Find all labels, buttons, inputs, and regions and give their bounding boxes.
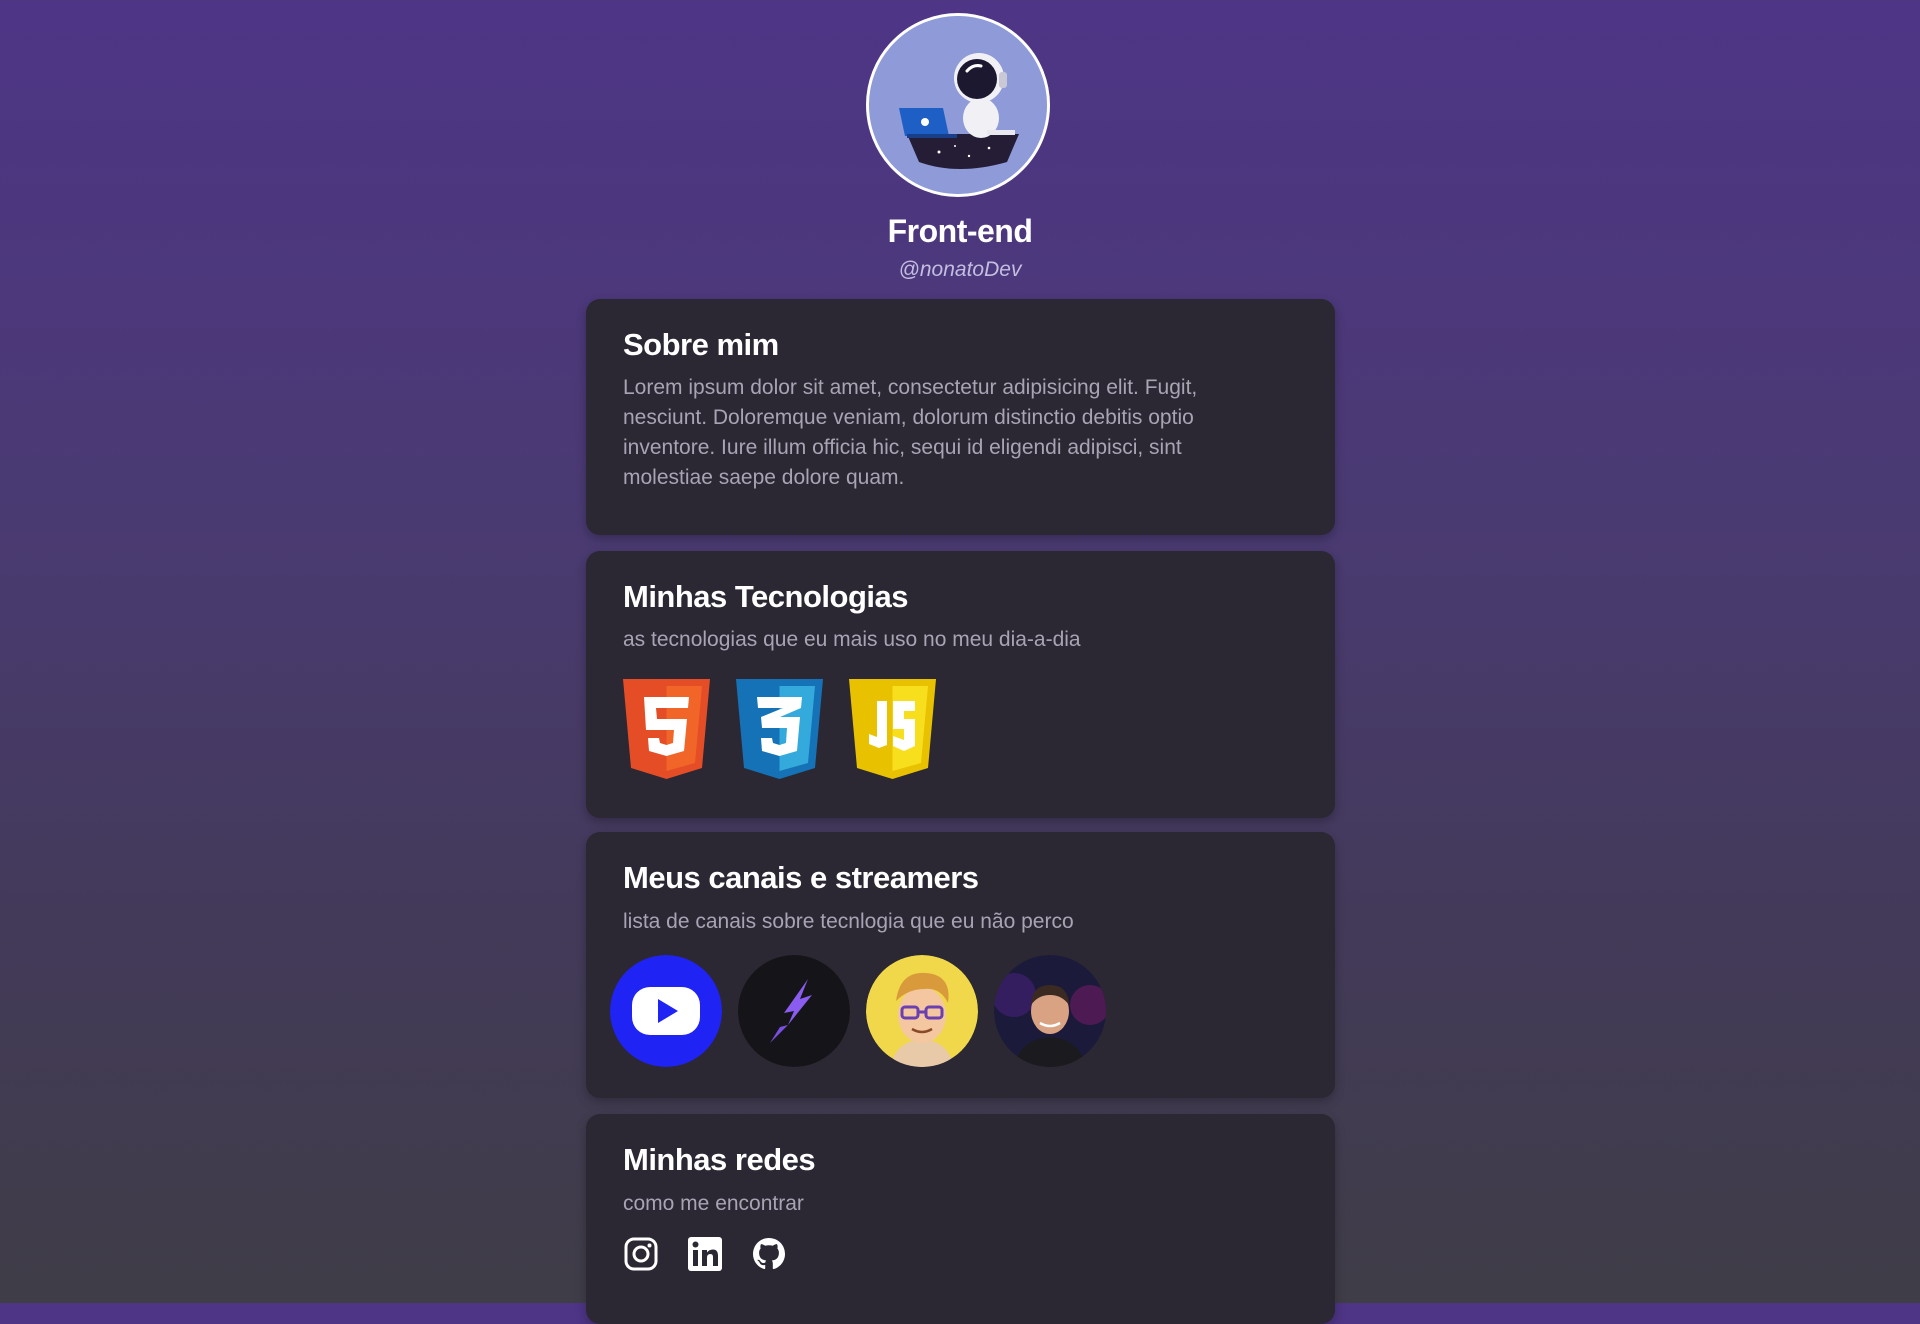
html5-icon <box>623 679 710 779</box>
about-card: Sobre mim Lorem ipsum dolor sit amet, co… <box>586 299 1335 535</box>
channels-card: Meus canais e streamers lista de canais … <box>586 832 1335 1098</box>
youtube-play-icon[interactable] <box>610 955 722 1067</box>
profile-avatar <box>866 13 1050 197</box>
technologies-list <box>623 679 936 779</box>
about-text: Lorem ipsum dolor sit amet, consectetur … <box>623 376 1198 489</box>
social-title: Minhas redes <box>623 1142 816 1177</box>
streamer-photo-avatar[interactable] <box>994 955 1106 1067</box>
instagram-icon[interactable] <box>623 1235 659 1273</box>
linkedin-icon[interactable] <box>687 1235 723 1273</box>
about-title: Sobre mim <box>623 327 779 362</box>
profile-name: Front-end <box>887 213 1033 249</box>
social-list <box>623 1235 787 1273</box>
social-subtitle: como me encontrar <box>623 1192 804 1215</box>
astronaut-illustration <box>869 16 1047 194</box>
technologies-title: Minhas Tecnologias <box>623 579 908 614</box>
javascript-icon <box>849 679 936 779</box>
profile-handle: @nonatoDev <box>898 258 1022 281</box>
channels-title: Meus canais e streamers <box>623 860 979 895</box>
technologies-subtitle: as tecnologias que eu mais uso no meu di… <box>623 628 1081 651</box>
social-card: Minhas redes como me encontrar <box>586 1114 1335 1324</box>
github-icon[interactable] <box>751 1235 787 1273</box>
technologies-card: Minhas Tecnologias as tecnologias que eu… <box>586 551 1335 818</box>
channels-list <box>610 955 1106 1067</box>
cartoon-developer-avatar[interactable] <box>866 955 978 1067</box>
purple-lightning-icon[interactable] <box>738 955 850 1067</box>
channels-subtitle: lista de canais sobre tecnlogia que eu n… <box>623 910 1074 933</box>
css3-icon <box>736 679 823 779</box>
